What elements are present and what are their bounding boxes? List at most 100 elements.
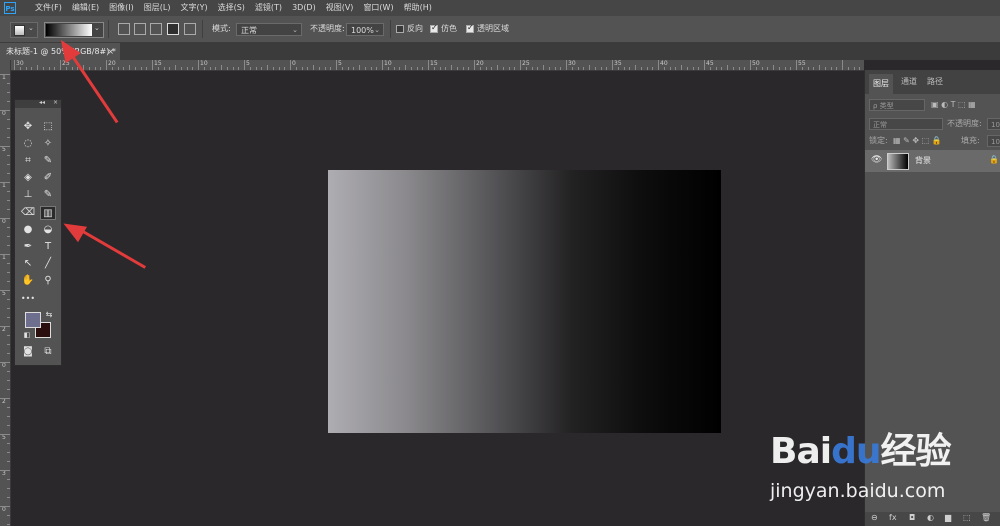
ruler-tick	[7, 83, 10, 84]
ruler-tick	[410, 67, 412, 70]
ruler-tick	[525, 67, 527, 70]
close-icon[interactable]: ×	[107, 43, 114, 60]
reverse-checkbox[interactable]	[396, 25, 404, 33]
menu-filter[interactable]: 滤镜(T)	[250, 0, 287, 16]
zoom-tool-icon[interactable]: ⚲	[40, 274, 56, 288]
opacity-field[interactable]: 100% ⌄	[346, 23, 384, 36]
lasso-tool-icon[interactable]: ◌	[20, 137, 36, 151]
ruler-tick	[606, 67, 608, 70]
ruler-tick	[7, 461, 10, 462]
tab-channels[interactable]: 通道	[897, 76, 921, 88]
eye-icon[interactable]: 👁	[871, 155, 882, 165]
menu-3d[interactable]: 3D(D)	[287, 0, 321, 16]
ruler-tick	[0, 362, 10, 363]
tab-paths[interactable]: 路径	[923, 76, 947, 88]
pen-tool-icon[interactable]: ✒	[20, 240, 36, 254]
dodge-tool-icon[interactable]: ◒	[40, 223, 56, 237]
ruler-tick	[198, 60, 199, 70]
link-layers-icon[interactable]: ⊖	[871, 513, 878, 522]
ruler-tick	[663, 67, 665, 70]
magic-wand-tool-icon[interactable]: ✧	[40, 137, 56, 151]
ruler-tick	[324, 67, 326, 70]
menu-edit[interactable]: 编辑(E)	[67, 0, 104, 16]
menu-type[interactable]: 文字(Y)	[175, 0, 212, 16]
diamond-gradient-button[interactable]	[184, 23, 196, 35]
layer-filter-select[interactable]: ρ 类型	[869, 99, 925, 111]
menu-select[interactable]: 选择(S)	[213, 0, 250, 16]
gradient-tool-icon[interactable]: ▥	[40, 206, 56, 220]
transparency-checkbox[interactable]	[466, 23, 474, 33]
ruler-tick	[7, 479, 10, 480]
ruler-tick	[658, 60, 659, 70]
crop-tool-icon[interactable]: ⌗	[20, 154, 36, 168]
quick-mask-icon[interactable]: ◙	[20, 345, 36, 359]
tab-layers[interactable]: 图层	[869, 74, 893, 94]
hand-tool-icon[interactable]: ✋	[20, 274, 36, 288]
menu-image[interactable]: 图像(I)	[104, 0, 139, 16]
ruler-tick	[232, 67, 234, 70]
ruler-tick	[842, 60, 843, 70]
ruler-tick	[399, 67, 401, 70]
menu-file[interactable]: 文件(F)	[30, 0, 67, 16]
path-selection-tool-icon[interactable]: ↖	[20, 257, 36, 271]
swap-colors-icon[interactable]: ⇆	[41, 308, 57, 322]
layer-name: 背景	[915, 156, 931, 165]
ruler-tick	[7, 380, 10, 381]
more-tools-icon[interactable]: •••	[20, 292, 36, 306]
ruler-label: 0	[2, 506, 6, 513]
fx-icon[interactable]: fx	[889, 513, 897, 522]
radial-gradient-button[interactable]	[134, 23, 146, 35]
eraser-tool-icon[interactable]: ⌫	[20, 206, 36, 220]
ruler-tick	[301, 67, 303, 70]
linear-gradient-button[interactable]	[118, 23, 130, 35]
blend-mode-select[interactable]: 正常	[869, 118, 943, 130]
add-mask-icon[interactable]: ◘	[909, 513, 915, 522]
type-tool-icon[interactable]: T	[40, 240, 56, 254]
collapse-icon[interactable]: ◂◂	[39, 99, 45, 106]
reflected-gradient-button[interactable]	[167, 23, 179, 35]
ruler-tick	[537, 67, 539, 70]
ruler-label: 55	[798, 60, 806, 67]
close-icon[interactable]: ×	[53, 99, 58, 106]
stamp-tool-icon[interactable]: ⊥	[20, 188, 36, 202]
angle-gradient-button[interactable]	[150, 23, 162, 35]
history-brush-tool-icon[interactable]: ✎	[40, 188, 56, 202]
menu-layer[interactable]: 图层(L)	[139, 0, 176, 16]
new-group-icon[interactable]: ▆	[945, 513, 951, 522]
gradient-preview	[46, 24, 92, 36]
gradient-picker[interactable]: ⌄	[44, 22, 104, 38]
mode-select[interactable]: 正常 ⌄	[236, 23, 302, 36]
layer-row-background[interactable]: 👁 背景 🔒	[865, 150, 1000, 172]
marquee-tool-icon[interactable]: ⬚	[40, 120, 56, 134]
menu-help[interactable]: 帮助(H)	[399, 0, 437, 16]
ruler-tick	[359, 65, 360, 70]
move-tool-icon[interactable]: ✥	[20, 120, 36, 134]
screen-mode-icon[interactable]: ⧉	[40, 345, 56, 359]
eyedropper-tool-icon[interactable]: ✎	[40, 154, 56, 168]
ruler-tick	[819, 65, 820, 70]
foreground-color-swatch[interactable]	[25, 312, 41, 328]
adjustment-layer-icon[interactable]: ◐	[927, 513, 934, 522]
dither-checkbox[interactable]	[430, 23, 438, 33]
menu-window[interactable]: 窗口(W)	[358, 0, 398, 16]
canvas-gradient-image[interactable]	[328, 170, 721, 433]
default-colors-icon[interactable]: ◧	[19, 328, 35, 342]
opacity-field[interactable]: 100	[987, 118, 1000, 130]
filter-icons[interactable]: ▣ ◐ T ⬚ ▦	[931, 98, 976, 112]
ruler-tick	[192, 67, 194, 70]
new-layer-icon[interactable]: ⬚	[963, 513, 971, 522]
brush-tool-icon[interactable]: ✐	[40, 171, 56, 185]
ruler-tick	[502, 67, 504, 70]
ruler-tick	[31, 67, 33, 70]
tool-preset-picker[interactable]: ⌄	[10, 22, 38, 38]
blur-tool-icon[interactable]: ●	[20, 223, 36, 237]
lock-icons[interactable]: ▦ ✎ ✥ ⬚ 🔒	[893, 134, 942, 148]
fill-field[interactable]: 100	[987, 135, 1000, 147]
ruler-tick	[761, 67, 763, 70]
patch-tool-icon[interactable]: ◈	[20, 171, 36, 185]
menu-view[interactable]: 视图(V)	[321, 0, 359, 16]
line-tool-icon[interactable]: ╱	[40, 257, 56, 271]
ruler-tick	[387, 67, 389, 70]
trash-icon[interactable]: 🗑	[981, 513, 991, 522]
ruler-tick	[186, 67, 188, 70]
